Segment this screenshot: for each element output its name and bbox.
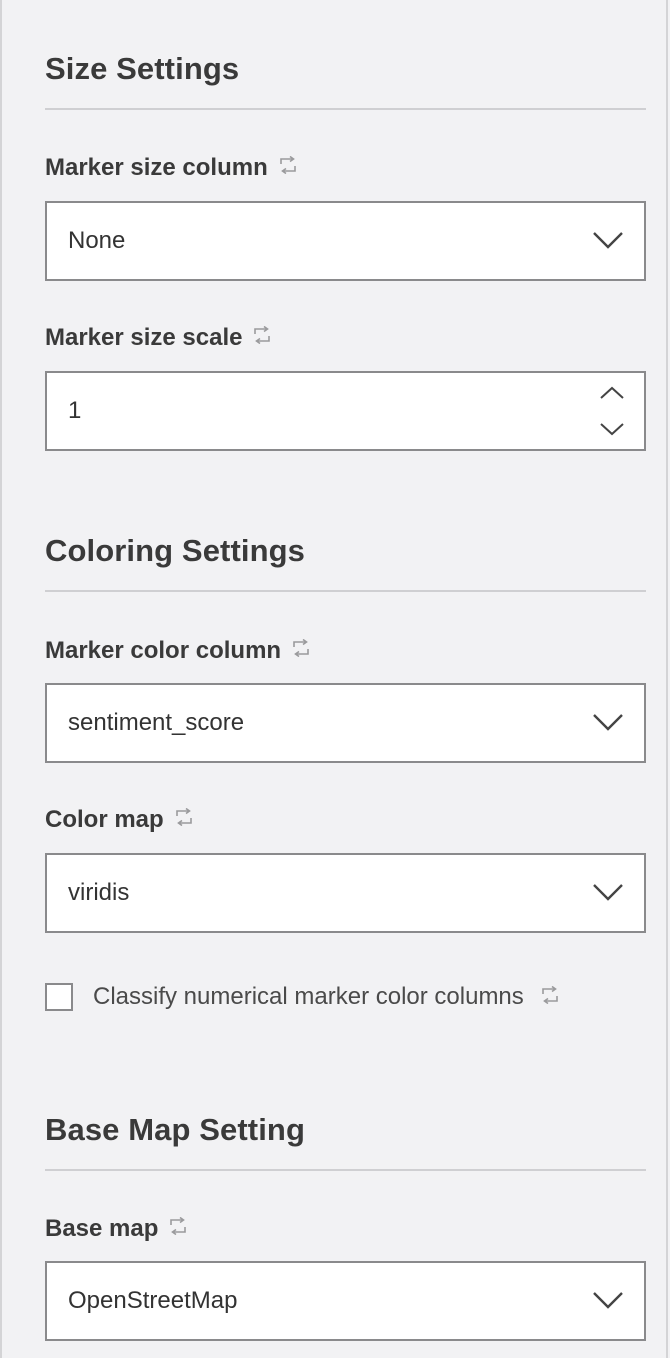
base-map-label-text: Base map	[45, 1215, 159, 1242]
base-map-value: OpenStreetMap	[68, 1287, 238, 1314]
chevron-down-icon[interactable]	[599, 421, 625, 437]
base-map-setting-title: Base Map Setting	[45, 1112, 305, 1147]
marker-color-column-value: sentiment_score	[68, 709, 245, 736]
sync-icon[interactable]	[174, 808, 194, 826]
marker-size-column-label-text: Marker size column	[45, 154, 268, 181]
base-map-label: Base map	[45, 1213, 188, 1245]
classify-checkbox-label[interactable]: Classify numerical marker color columns	[93, 980, 524, 1014]
marker-color-column-label-text: Marker color column	[45, 637, 282, 664]
color-map-value: viridis	[68, 879, 130, 906]
chevron-up-icon[interactable]	[599, 385, 625, 401]
chevron-down-icon	[592, 229, 624, 251]
sync-icon[interactable]	[252, 326, 272, 344]
sync-icon[interactable]	[168, 1217, 188, 1235]
marker-size-scale-label-text: Marker size scale	[45, 324, 243, 351]
marker-color-column-select[interactable]: sentiment_score	[45, 683, 646, 763]
marker-color-column-label: Marker color column	[45, 635, 311, 667]
base-map-setting-divider	[45, 1169, 646, 1171]
marker-size-scale-input[interactable]: 1	[45, 371, 646, 451]
marker-size-column-value: None	[68, 227, 126, 254]
marker-size-column-label: Marker size column	[45, 152, 298, 184]
color-map-label-text: Color map	[45, 806, 164, 833]
sync-icon[interactable]	[540, 986, 560, 1004]
size-settings-title: Size Settings	[45, 51, 240, 86]
size-settings-divider	[45, 108, 646, 110]
marker-size-column-select[interactable]: None	[45, 201, 646, 281]
base-map-select[interactable]: OpenStreetMap	[45, 1261, 646, 1341]
marker-size-scale-value: 1	[68, 397, 82, 424]
color-map-label: Color map	[45, 804, 194, 836]
chevron-down-icon	[592, 881, 624, 903]
settings-panel: Size Settings Marker size column None Ma…	[0, 0, 668, 1358]
color-map-select[interactable]: viridis	[45, 853, 646, 933]
chevron-down-icon	[592, 711, 624, 733]
marker-size-scale-label: Marker size scale	[45, 322, 272, 354]
sync-icon[interactable]	[278, 156, 298, 174]
sync-icon[interactable]	[291, 639, 311, 657]
classify-checkbox[interactable]	[45, 983, 73, 1011]
chevron-down-icon	[592, 1289, 624, 1311]
coloring-settings-divider	[45, 590, 646, 592]
classify-checkbox-row: Classify numerical marker color columns	[45, 980, 560, 1014]
coloring-settings-title: Coloring Settings	[45, 533, 306, 568]
